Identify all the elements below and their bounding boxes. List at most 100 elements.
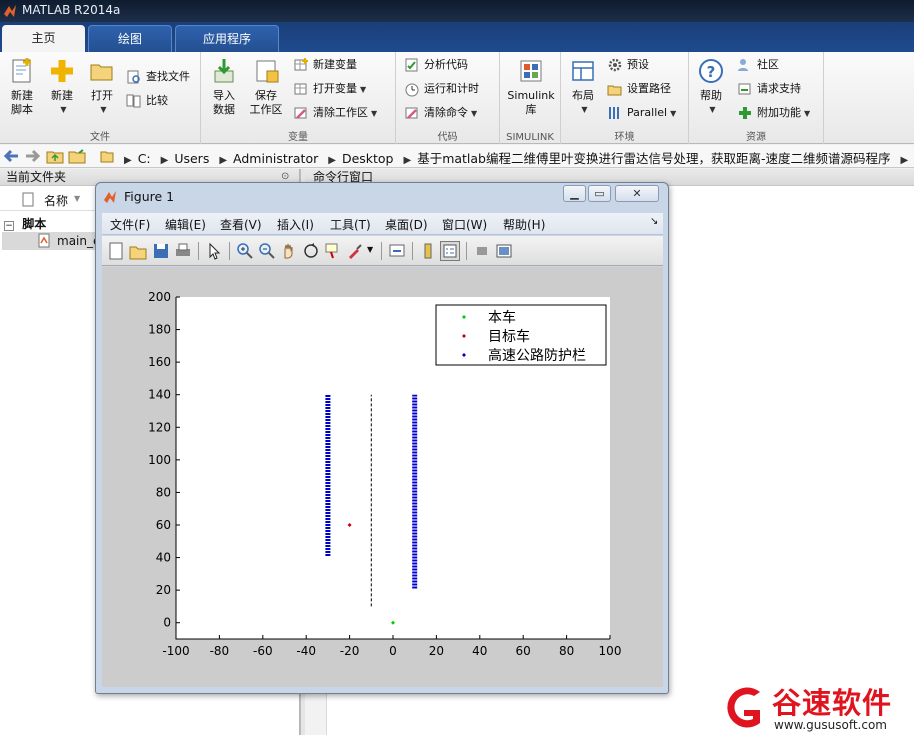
set-path-icon: [607, 85, 622, 96]
print-icon[interactable]: [173, 241, 193, 261]
add-ons-button[interactable]: 附加功能 ▼: [737, 104, 810, 124]
figure-window[interactable]: Figure 1 ▁ ▭ ✕ 文件(F) 编辑(E) 查看(V) 插入(I) 工…: [95, 182, 669, 694]
zoom-in-icon[interactable]: [235, 241, 255, 261]
open-button[interactable]: 打开 ▼: [85, 57, 119, 117]
browse-folder-icon[interactable]: [68, 148, 86, 164]
figure-canvas: -100 -80 -60 -40 -20 0 20 40 60 80 100 0 20 40 60 80 100…: [102, 267, 663, 687]
add-ons-dropdown-icon[interactable]: ▼: [804, 109, 810, 118]
breadcrumb-project[interactable]: 基于matlab编程二维傅里叶变换进行雷达信号处理，获取距离-速度二维频谱源码程…: [417, 151, 890, 166]
layout-dropdown-icon[interactable]: ▼: [568, 103, 601, 117]
clear-commands-dropdown-icon[interactable]: ▼: [471, 109, 477, 118]
data-cursor-icon[interactable]: [323, 241, 343, 261]
community-button[interactable]: 社区: [737, 56, 779, 76]
compare-button[interactable]: 比较: [126, 92, 168, 112]
save-workspace-button[interactable]: 保存 工作区: [245, 57, 287, 117]
legend-label-0: 本车: [488, 309, 516, 326]
import-data-button[interactable]: 导入 数据: [207, 57, 241, 117]
menu-view[interactable]: 查看(V): [220, 216, 262, 233]
menu-file[interactable]: 文件(F): [110, 216, 150, 233]
section-label-variable: 变量: [288, 132, 308, 143]
save-icon[interactable]: [151, 241, 171, 261]
panel-menu-icon[interactable]: ⊙: [281, 171, 289, 182]
ribbon: 新建 脚本 新建 ▼ 打开 ▼ 查找文件 比较 文件 导入 数据 保存 工作区 …: [0, 52, 914, 144]
file-name: main_e: [57, 234, 101, 248]
clear-workspace-dropdown-icon[interactable]: ▼: [371, 109, 377, 118]
compare-icon: [126, 94, 141, 108]
forward-arrow-icon[interactable]: [24, 148, 42, 164]
menu-edit[interactable]: 编辑(E): [165, 216, 206, 233]
parallel-dropdown-icon[interactable]: ▼: [670, 109, 676, 118]
open-variable-button[interactable]: 打开变量 ▼: [293, 80, 366, 100]
breadcrumb-users[interactable]: Users: [174, 151, 209, 166]
breadcrumb-drive[interactable]: C:: [138, 151, 151, 166]
maximize-button[interactable]: ▭: [588, 185, 611, 202]
x-tick-label: -40: [296, 644, 316, 658]
new-script-button[interactable]: 新建 脚本: [4, 57, 40, 117]
up-folder-icon[interactable]: [46, 148, 64, 164]
scripts-group[interactable]: − 脚本: [4, 215, 46, 232]
set-path-button[interactable]: 设置路径: [607, 80, 671, 100]
ribbon-tab-row: 主页 绘图 应用程序: [0, 22, 914, 52]
section-label-code: 代码: [437, 132, 458, 143]
matlab-script-file-icon: [38, 233, 50, 248]
link-plot-icon[interactable]: [387, 241, 407, 261]
tab-plots[interactable]: 绘图: [88, 25, 172, 52]
menu-desktop[interactable]: 桌面(D): [385, 216, 428, 233]
add-ons-icon: [739, 107, 751, 119]
clear-workspace-button[interactable]: 清除工作区 ▼: [293, 104, 377, 124]
layout-button[interactable]: 布局 ▼: [565, 57, 601, 117]
pan-hand-icon[interactable]: [279, 241, 299, 261]
open-dropdown-icon[interactable]: ▼: [88, 103, 119, 117]
section-label-simulink: SIMULINK: [506, 132, 554, 143]
show-plot-tools-icon[interactable]: [494, 241, 514, 261]
close-button[interactable]: ✕: [615, 185, 659, 202]
run-and-time-button[interactable]: 运行和计时: [404, 80, 479, 100]
new-script-icon: [12, 58, 31, 83]
menu-dock-arrow-icon[interactable]: ↘: [650, 216, 658, 227]
rotate-3d-icon[interactable]: [301, 241, 321, 261]
breadcrumb-administrator[interactable]: Administrator: [233, 151, 318, 166]
pointer-icon[interactable]: [204, 241, 224, 261]
tab-home[interactable]: 主页: [2, 25, 85, 52]
analyze-code-icon: [405, 58, 418, 72]
clear-commands-button[interactable]: 清除命令 ▼: [404, 104, 477, 124]
parallel-button[interactable]: Parallel ▼: [607, 104, 676, 124]
preferences-button[interactable]: 预设: [607, 56, 649, 76]
minimize-button[interactable]: ▁: [563, 185, 586, 202]
menu-insert[interactable]: 插入(I): [277, 216, 314, 233]
list-item[interactable]: main_e: [2, 232, 102, 250]
zoom-out-icon[interactable]: [257, 241, 277, 261]
help-button[interactable]: ? 帮助 ▼: [693, 57, 729, 117]
legend-toggle-button[interactable]: [440, 241, 460, 261]
analyze-code-button[interactable]: 分析代码: [404, 56, 468, 76]
new-figure-icon[interactable]: [106, 241, 126, 261]
hide-plot-tools-icon[interactable]: [472, 241, 492, 261]
new-button[interactable]: 新建 ▼: [44, 57, 80, 117]
sort-arrow-icon[interactable]: ▼: [74, 194, 80, 203]
brush-icon[interactable]: [345, 241, 365, 261]
breadcrumb-desktop[interactable]: Desktop: [342, 151, 394, 166]
help-dropdown-icon[interactable]: ▼: [696, 103, 729, 117]
open-file-icon[interactable]: [128, 241, 148, 261]
menu-window[interactable]: 窗口(W): [442, 216, 487, 233]
brush-dropdown-icon[interactable]: ▼: [367, 245, 373, 254]
open-variable-dropdown-icon[interactable]: ▼: [360, 85, 366, 94]
request-support-button[interactable]: 请求支持: [737, 80, 801, 100]
menu-help[interactable]: 帮助(H): [503, 216, 545, 233]
colorbar-icon[interactable]: [418, 241, 438, 261]
name-column-header[interactable]: 名称: [44, 192, 68, 209]
new-dropdown-icon[interactable]: ▼: [47, 103, 80, 117]
new-variable-icon: [294, 58, 308, 71]
legend-icon: [443, 244, 457, 258]
back-arrow-icon[interactable]: [2, 148, 20, 164]
import-data-icon: [214, 59, 234, 83]
simulink-library-button[interactable]: Simulink 库: [504, 57, 558, 117]
x-tick-label: 20: [429, 644, 444, 658]
menu-tools[interactable]: 工具(T): [330, 216, 371, 233]
find-files-button[interactable]: 查找文件: [126, 68, 190, 88]
ribbon-section-code: 分析代码 运行和计时 清除命令 ▼ 代码: [396, 52, 500, 144]
tab-apps[interactable]: 应用程序: [175, 25, 279, 52]
x-tick-label: 0: [389, 644, 397, 658]
collapse-icon[interactable]: −: [4, 221, 14, 231]
new-variable-button[interactable]: 新建变量: [293, 56, 357, 76]
